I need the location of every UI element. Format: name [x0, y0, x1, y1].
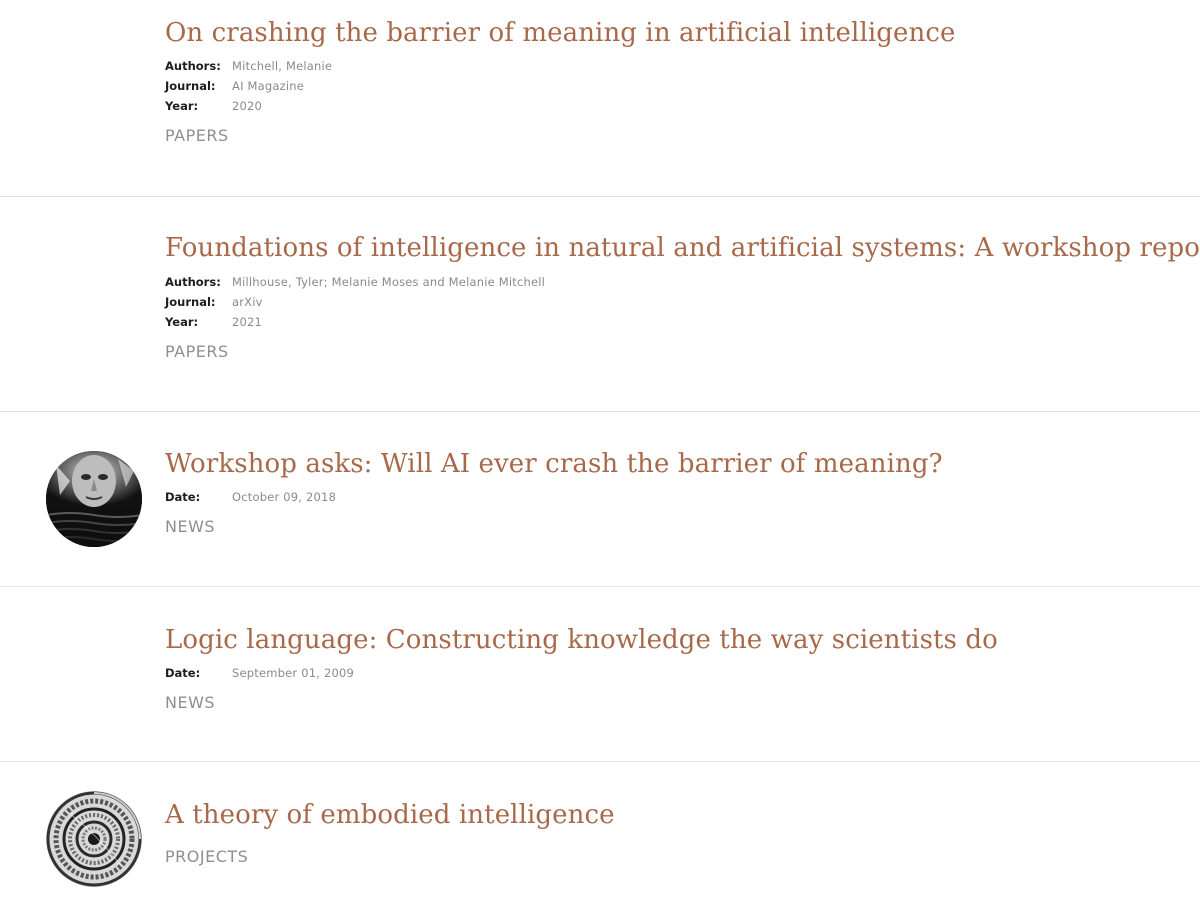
divider — [0, 761, 1200, 762]
spiral-staircase-thumbnail[interactable] — [46, 791, 142, 887]
meta-key: Authors: — [165, 275, 221, 289]
face-reflection-thumbnail[interactable] — [46, 451, 142, 547]
divider — [0, 196, 1200, 197]
meta-key: Date: — [165, 666, 201, 680]
meta-row-date: Date: October 09, 2018 — [165, 487, 336, 507]
meta-row-journal: Journal: AI Magazine — [165, 76, 332, 96]
results-list: On crashing the barrier of meaning in ar… — [0, 0, 1200, 913]
spiral-staircase-image — [46, 791, 142, 887]
item-meta: Date: September 01, 2009 — [165, 663, 354, 683]
face-reflection-image — [46, 451, 142, 547]
item-meta: Authors: Mitchell, Melanie Journal: AI M… — [165, 56, 332, 116]
meta-row-year: Year: 2020 — [165, 96, 332, 116]
meta-value: 2021 — [232, 315, 263, 329]
meta-row-authors: Authors: Millhouse, Tyler; Melanie Moses… — [165, 272, 545, 292]
category-link[interactable]: NEWS — [165, 693, 215, 712]
meta-key: Journal: — [165, 79, 216, 93]
item-meta: Date: October 09, 2018 — [165, 487, 336, 507]
category-link[interactable]: PAPERS — [165, 126, 229, 145]
meta-row-authors: Authors: Mitchell, Melanie — [165, 56, 332, 76]
item-meta: Authors: Millhouse, Tyler; Melanie Moses… — [165, 272, 545, 332]
meta-value: AI Magazine — [232, 79, 305, 93]
meta-key: Authors: — [165, 59, 221, 73]
meta-value: 2020 — [232, 99, 263, 113]
meta-row-year: Year: 2021 — [165, 312, 545, 332]
divider — [0, 411, 1200, 412]
meta-key: Year: — [165, 99, 199, 113]
item-title-link[interactable]: Workshop asks: Will AI ever crash the ba… — [165, 447, 943, 481]
meta-value: Millhouse, Tyler; Melanie Moses and Mela… — [232, 275, 546, 289]
divider — [0, 586, 1200, 587]
item-title-link[interactable]: Logic language: Constructing knowledge t… — [165, 623, 998, 657]
meta-value: September 01, 2009 — [232, 666, 355, 680]
item-title-link[interactable]: A theory of embodied intelligence — [165, 798, 615, 832]
meta-value: Mitchell, Melanie — [232, 59, 333, 73]
meta-value: October 09, 2018 — [232, 490, 337, 504]
category-link[interactable]: PAPERS — [165, 342, 229, 361]
meta-key: Journal: — [165, 295, 216, 309]
meta-row-date: Date: September 01, 2009 — [165, 663, 354, 683]
meta-value: arXiv — [232, 295, 263, 309]
category-link[interactable]: PROJECTS — [165, 847, 248, 866]
category-link[interactable]: NEWS — [165, 517, 215, 536]
meta-row-journal: Journal: arXiv — [165, 292, 545, 312]
meta-key: Date: — [165, 490, 201, 504]
meta-key: Year: — [165, 315, 199, 329]
item-title-link[interactable]: On crashing the barrier of meaning in ar… — [165, 16, 956, 50]
item-title-link[interactable]: Foundations of intelligence in natural a… — [165, 231, 1200, 265]
